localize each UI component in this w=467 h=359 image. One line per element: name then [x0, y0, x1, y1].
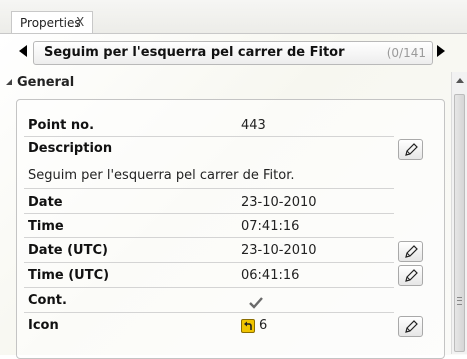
- previous-arrow-icon[interactable]: [19, 45, 27, 57]
- collapse-triangle-icon[interactable]: [6, 79, 12, 85]
- pencil-icon: [405, 320, 418, 333]
- time-value: 07:41:16: [241, 219, 300, 234]
- edit-description-button[interactable]: [398, 139, 423, 160]
- point-no-label: Point no.: [28, 118, 95, 133]
- cont-label: Cont.: [28, 293, 67, 308]
- description-label: Description: [28, 141, 113, 156]
- next-arrow-icon[interactable]: [437, 45, 445, 57]
- edit-icon-button[interactable]: [398, 316, 423, 337]
- tab-strip: Properties X: [0, 0, 467, 34]
- pencil-icon: [405, 245, 418, 258]
- date-utc-value: 23-10-2010: [241, 243, 317, 258]
- time-utc-label: Time (UTC): [28, 268, 110, 283]
- point-no-value: 443: [241, 118, 266, 133]
- icon-value: 6: [259, 318, 268, 333]
- divider: [24, 262, 394, 263]
- scroll-up-arrow-icon[interactable]: [456, 78, 464, 83]
- vertical-scrollbar[interactable]: [451, 72, 467, 354]
- time-utc-value: 06:41:16: [241, 268, 300, 283]
- pencil-icon: [405, 269, 418, 282]
- divider: [24, 237, 394, 238]
- point-title: Seguim per l'esquerra pel carrer de Fito…: [44, 45, 345, 60]
- edit-time-utc-button[interactable]: [398, 265, 423, 286]
- divider: [24, 312, 394, 313]
- grip-icon: [457, 297, 462, 305]
- turn-left-arrow-icon: [241, 319, 255, 333]
- section-general-header[interactable]: General: [6, 75, 74, 90]
- divider: [24, 188, 394, 189]
- scroll-thumb[interactable]: [454, 94, 465, 352]
- tab-close-button[interactable]: X: [76, 15, 84, 29]
- time-label: Time: [28, 219, 64, 234]
- date-value: 23-10-2010: [241, 195, 317, 210]
- divider: [24, 213, 394, 214]
- edit-date-utc-button[interactable]: [398, 241, 423, 262]
- tab-label: Properties: [20, 16, 81, 30]
- section-title: General: [17, 75, 75, 90]
- description-value: Seguim per l'esquerra pel carrer de Fito…: [28, 168, 295, 183]
- divider: [24, 136, 394, 137]
- icon-label: Icon: [28, 318, 59, 333]
- date-utc-label: Date (UTC): [28, 243, 108, 258]
- pencil-icon: [405, 143, 418, 156]
- divider: [24, 287, 394, 288]
- tab-properties[interactable]: Properties X: [11, 11, 93, 34]
- general-fields-group: [16, 99, 445, 359]
- checkmark-icon: [249, 297, 263, 309]
- cont-checkbox[interactable]: [248, 295, 264, 309]
- date-label: Date: [28, 195, 63, 210]
- point-counter: (0/141: [386, 46, 426, 60]
- point-navigator: Seguim per l'esquerra pel carrer de Fito…: [33, 41, 433, 65]
